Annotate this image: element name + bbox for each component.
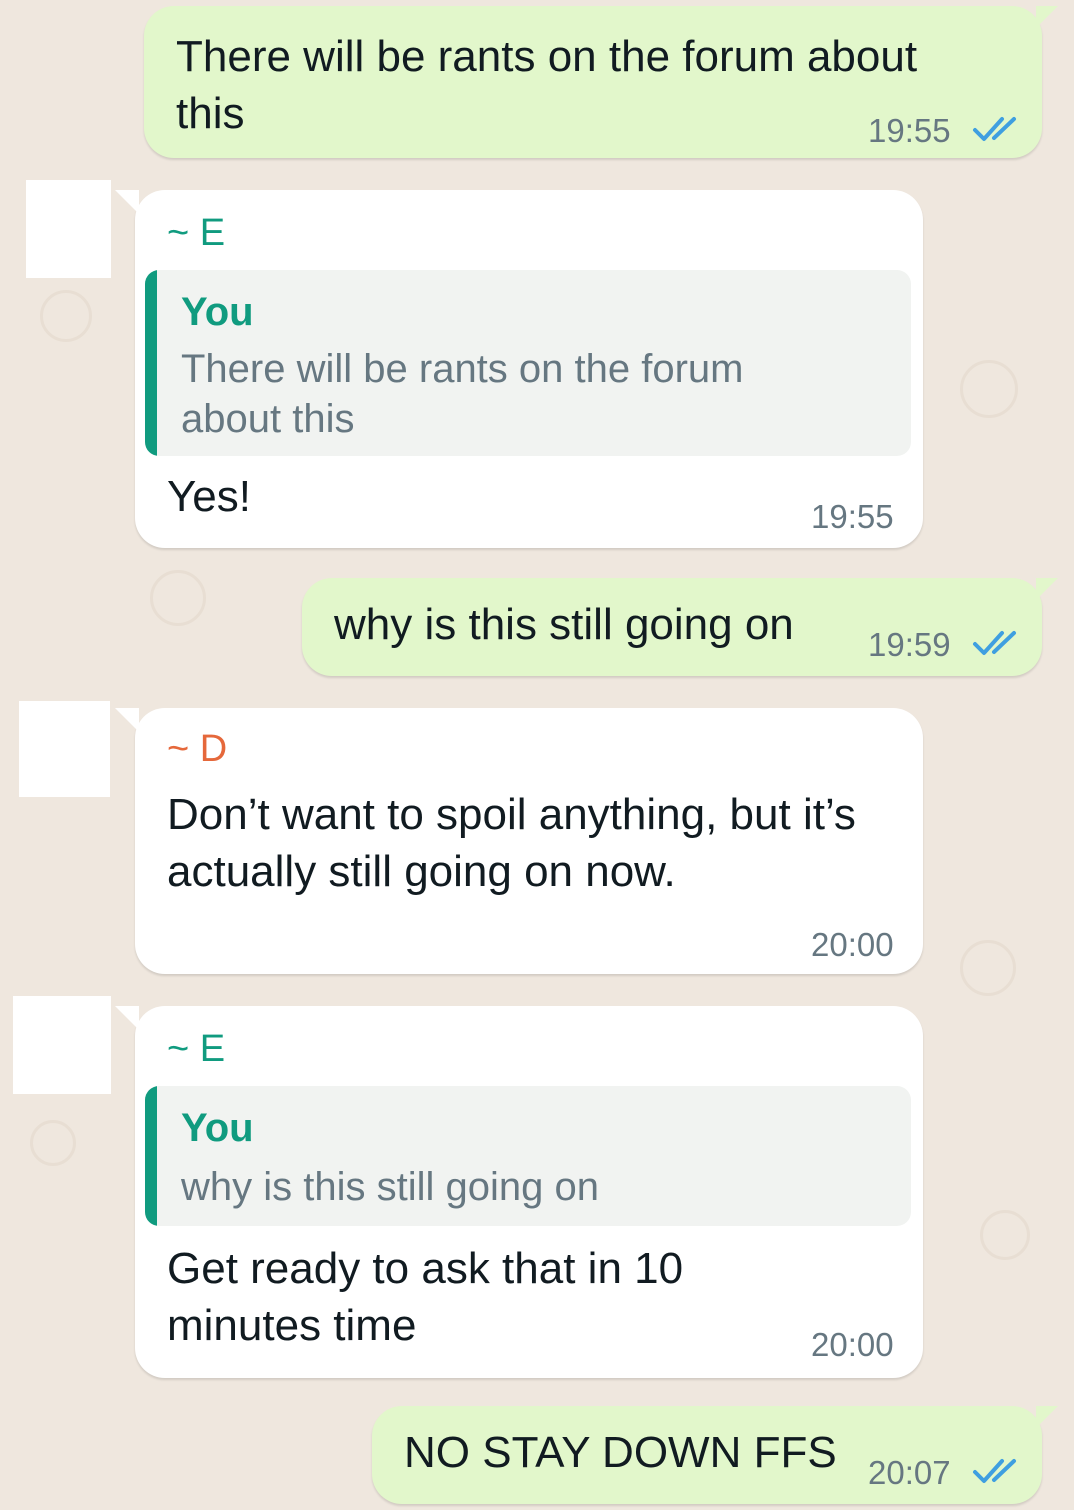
outgoing-message[interactable]: why is this still going on 19:59	[302, 578, 1058, 676]
wallpaper-doodle	[30, 1120, 76, 1166]
message-time: 20:00	[811, 926, 894, 963]
quote-accent-bar	[145, 270, 157, 456]
bubble-tail	[115, 1006, 139, 1030]
bubble-tail	[115, 708, 139, 732]
quote-text: why is this still going on	[181, 1165, 599, 1209]
message-text: Don’t want to spoil anything, but it’s a…	[167, 790, 856, 896]
wallpaper-doodle	[960, 940, 1016, 996]
quoted-message[interactable]: You why is this still going on	[145, 1086, 911, 1226]
wallpaper-doodle	[40, 290, 92, 342]
quote-text: There will be rants on the forum about t…	[181, 347, 744, 441]
message-text: Get ready to ask that in 10 minutes time	[167, 1244, 684, 1350]
bubble-tail	[1036, 6, 1058, 28]
outgoing-message[interactable]: NO STAY DOWN FFS 20:07	[372, 1406, 1058, 1504]
sender-name: ~ E	[167, 1028, 226, 1070]
message-text: NO STAY DOWN FFS	[404, 1428, 837, 1477]
message-time: 20:00	[811, 1326, 894, 1363]
outgoing-message[interactable]: There will be rants on the forum about t…	[144, 6, 1058, 158]
bubble-tail	[1036, 578, 1058, 600]
message-time: 19:59	[868, 626, 951, 663]
bubble-tail	[1036, 1406, 1058, 1428]
avatar[interactable]	[26, 180, 111, 278]
quote-accent-bar	[145, 1086, 157, 1226]
sender-name: ~ D	[167, 728, 228, 770]
quoted-message[interactable]: You There will be rants on the forum abo…	[145, 270, 911, 456]
avatar[interactable]	[13, 996, 111, 1094]
avatar[interactable]	[19, 701, 110, 797]
incoming-message[interactable]: ~ D Don’t want to spoil anything, but it…	[115, 708, 923, 974]
chat-background: There will be rants on the forum about t…	[0, 0, 1074, 1510]
wallpaper-doodle	[980, 1210, 1030, 1260]
quote-sender: You	[181, 1106, 254, 1150]
wallpaper-doodle	[150, 570, 206, 626]
incoming-message[interactable]: ~ E You why is this still going on Get r…	[115, 1006, 923, 1378]
double-check-read-icon	[973, 117, 1016, 141]
sender-name: ~ E	[167, 212, 226, 254]
message-time: 20:07	[868, 1454, 951, 1491]
message-text: Yes!	[167, 472, 252, 521]
double-check-read-icon	[973, 1459, 1016, 1483]
double-check-read-icon	[973, 631, 1016, 655]
bubble-tail	[115, 190, 139, 214]
message-text: why is this still going on	[334, 600, 794, 649]
wallpaper-doodle	[960, 360, 1018, 418]
incoming-message[interactable]: ~ E You There will be rants on the forum…	[115, 190, 923, 548]
message-time: 19:55	[868, 112, 951, 149]
quote-sender: You	[181, 290, 254, 334]
message-time: 19:55	[811, 498, 894, 535]
